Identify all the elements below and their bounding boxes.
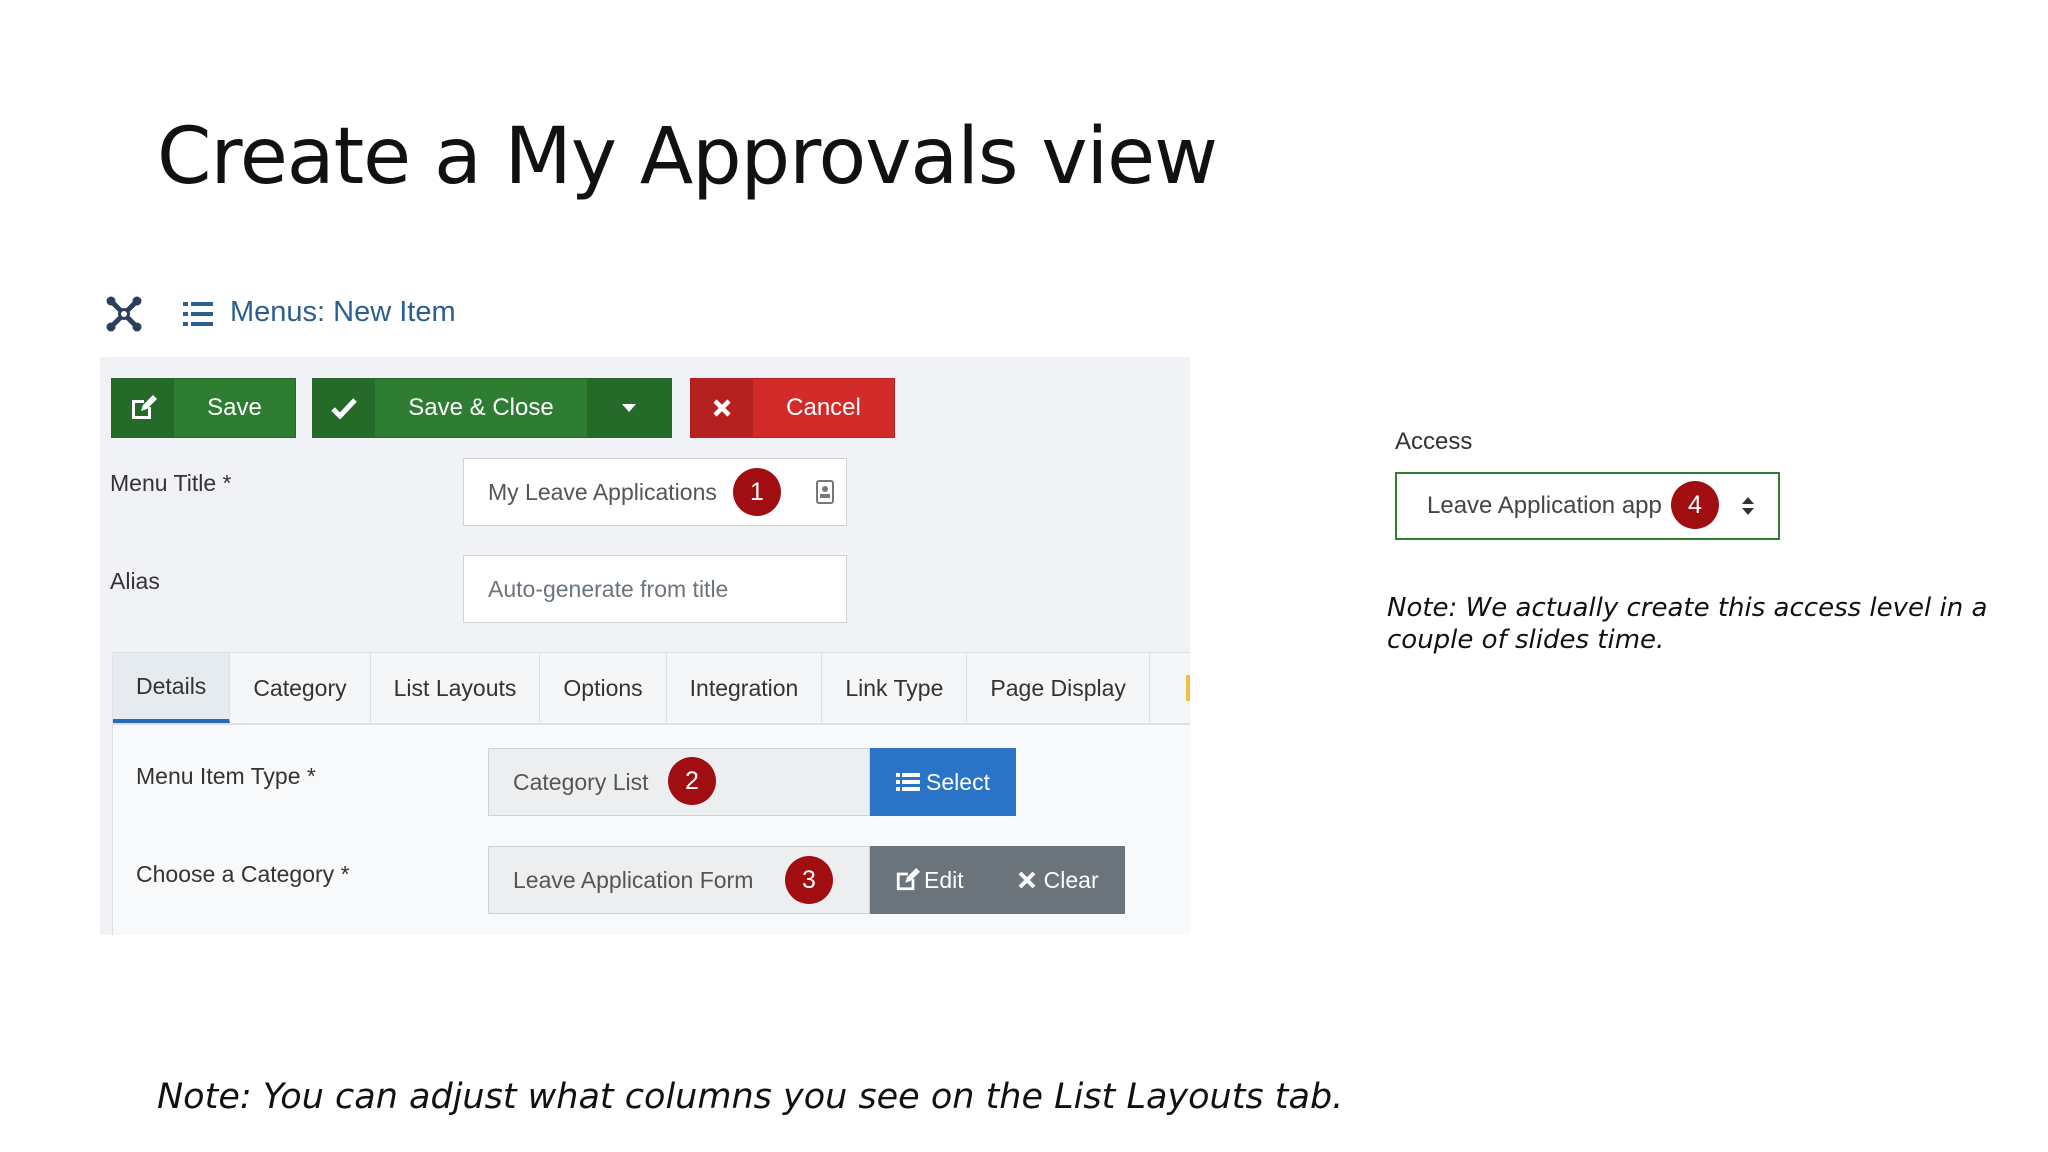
list-layouts-note: Note: You can adjust what columns you se… xyxy=(157,1077,1344,1117)
tab-link-type[interactable]: Link Type xyxy=(822,653,968,723)
tab-integration[interactable]: Integration xyxy=(667,653,823,723)
close-icon xyxy=(1018,871,1036,889)
tab-options[interactable]: Options xyxy=(540,653,667,723)
save-label: Save xyxy=(207,394,262,421)
access-note: Note: We actually create this access lev… xyxy=(1387,593,1988,655)
menu-item-type-label: Menu Item Type * xyxy=(136,763,316,789)
step-badge-1: 1 xyxy=(733,468,781,516)
tab-details[interactable]: Details xyxy=(113,653,231,723)
alias-placeholder: Auto-generate from title xyxy=(488,575,729,602)
edit-icon xyxy=(896,868,920,891)
list-icon xyxy=(896,773,921,791)
contact-card-icon xyxy=(816,480,834,504)
step-badge-4: 4 xyxy=(1671,481,1719,529)
page-header-title: Menus: New Item xyxy=(230,296,456,328)
tab-list-layouts[interactable]: List Layouts xyxy=(371,653,541,723)
chevron-down-icon[interactable] xyxy=(587,379,671,437)
edit-clear-group: Edit Clear xyxy=(870,846,1125,914)
cancel-button[interactable]: Cancel xyxy=(690,378,895,438)
save-close-label: Save & Close xyxy=(408,394,554,421)
tab-overflow-indicator xyxy=(1185,675,1190,701)
choose-category-label: Choose a Category * xyxy=(136,861,350,887)
edit-icon xyxy=(112,379,174,437)
access-value: Leave Application app xyxy=(1427,492,1662,519)
slide-title: Create a My Approvals view xyxy=(157,112,1218,202)
category-value: Leave Application Form xyxy=(513,866,754,893)
save-close-button[interactable]: Save & Close xyxy=(312,378,672,438)
tab-category[interactable]: Category xyxy=(230,653,371,723)
alias-label: Alias xyxy=(110,568,160,594)
clear-button[interactable]: Clear xyxy=(1018,867,1099,894)
checkmark-icon xyxy=(313,379,375,437)
menu-title-value: My Leave Applications xyxy=(488,478,717,505)
alias-input[interactable]: Auto-generate from title xyxy=(463,555,847,623)
menu-title-input[interactable]: My Leave Applications xyxy=(463,458,847,526)
access-select[interactable]: Leave Application app xyxy=(1395,472,1780,540)
menu-item-type-value: Category List xyxy=(513,768,649,795)
step-badge-2: 2 xyxy=(668,757,716,805)
cancel-label: Cancel xyxy=(786,394,861,421)
access-label: Access xyxy=(1395,428,1473,455)
joomla-logo-icon[interactable] xyxy=(106,296,142,332)
step-badge-3: 3 xyxy=(785,856,833,904)
tab-bar: Details Category List Layouts Options In… xyxy=(113,653,1190,725)
tab-page-display[interactable]: Page Display xyxy=(967,653,1150,723)
select-button[interactable]: Select xyxy=(870,748,1016,816)
admin-panel: Save Save & Close Cancel Menu Title * My… xyxy=(100,357,1190,935)
list-icon xyxy=(183,302,213,326)
save-button[interactable]: Save xyxy=(111,378,296,438)
edit-label: Edit xyxy=(924,866,964,893)
edit-button[interactable]: Edit xyxy=(894,867,964,894)
select-label: Select xyxy=(926,768,990,795)
clear-label: Clear xyxy=(1043,866,1099,893)
tabs-container: Details Category List Layouts Options In… xyxy=(112,652,1190,935)
close-icon xyxy=(691,379,753,437)
sort-arrows-icon[interactable] xyxy=(1741,496,1755,516)
menu-title-label: Menu Title * xyxy=(110,470,232,496)
